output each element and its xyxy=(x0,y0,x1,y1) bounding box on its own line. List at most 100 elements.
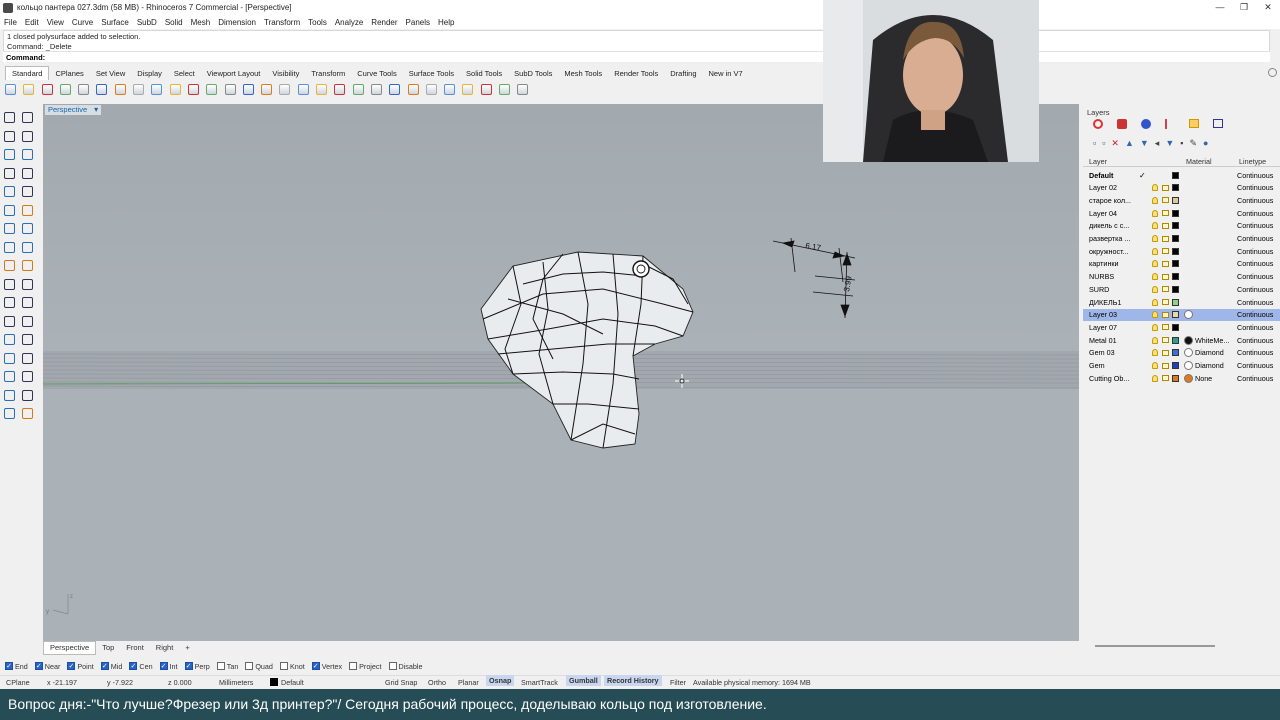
layer-name[interactable]: Layer 03 xyxy=(1089,310,1147,319)
dimension-icon[interactable] xyxy=(20,332,35,347)
layer-material[interactable]: Diamond xyxy=(1184,348,1224,358)
layer-name[interactable]: ДИКЕЛЬ1 xyxy=(1089,298,1147,307)
open-file-icon[interactable] xyxy=(21,82,36,97)
layer-color-swatch[interactable] xyxy=(1172,273,1179,281)
layer-material[interactable]: Diamond xyxy=(1184,361,1224,370)
layer-color-swatch[interactable] xyxy=(1172,362,1179,369)
layer-name[interactable]: Layer 04 xyxy=(1089,209,1147,218)
planar-toggle[interactable]: Planar xyxy=(458,678,479,687)
layer-name[interactable]: старое кол... xyxy=(1089,196,1147,205)
menu-tools[interactable]: Tools xyxy=(308,18,327,27)
osnap-checkbox[interactable]: ✓ xyxy=(159,662,168,670)
toolbar-tab-drafting[interactable]: Drafting xyxy=(664,67,702,80)
polyline-icon[interactable] xyxy=(2,129,17,144)
layer-row[interactable]: дикель с с... Continuous xyxy=(1083,220,1280,232)
new-file-icon[interactable] xyxy=(3,82,18,97)
menu-solid[interactable]: Solid xyxy=(165,18,183,27)
osnap-checkbox[interactable] xyxy=(245,662,254,670)
layer-linetype[interactable]: Continuous xyxy=(1237,196,1273,205)
layers-tab-icon[interactable] xyxy=(1117,119,1127,129)
layer-linetype[interactable]: Continuous xyxy=(1237,310,1273,319)
grid-tool-icon[interactable] xyxy=(20,369,35,384)
check-icon[interactable] xyxy=(2,388,17,403)
boolean-icon[interactable] xyxy=(2,258,17,273)
layer-linetype[interactable]: Continuous xyxy=(1237,234,1273,243)
layer-color-swatch[interactable] xyxy=(1172,285,1179,293)
hatch-icon[interactable] xyxy=(2,351,17,366)
maximize-button[interactable]: ❐ xyxy=(1232,0,1256,15)
osnap-checkbox[interactable]: ✓ xyxy=(34,662,43,670)
layer-name[interactable]: Cutting Ob... xyxy=(1089,374,1147,383)
record-history-toggle[interactable]: Record History xyxy=(604,675,662,686)
import-icon[interactable] xyxy=(76,82,91,97)
layer-material[interactable]: None xyxy=(1184,373,1212,383)
layer-lock-icon[interactable] xyxy=(1162,299,1169,305)
smarttrack-toggle[interactable]: SmartTrack xyxy=(521,678,558,687)
gumball-toggle[interactable]: Gumball xyxy=(566,675,601,686)
layer-lock-icon[interactable] xyxy=(1162,184,1169,191)
save-icon[interactable] xyxy=(40,82,55,97)
close-button[interactable]: ✕ xyxy=(1256,0,1280,15)
offset-icon[interactable] xyxy=(2,277,17,292)
osnap-quad[interactable]: Quad xyxy=(245,662,273,671)
layer-row[interactable]: Metal 01 WhiteMe... Continuous xyxy=(1083,334,1280,346)
layer-color-swatch[interactable] xyxy=(1172,196,1179,204)
layer-lock-icon[interactable] xyxy=(1162,286,1169,293)
status-layer[interactable]: Default xyxy=(281,678,304,687)
layer-lock-icon[interactable] xyxy=(1162,337,1169,344)
layer-name[interactable]: Gem 03 xyxy=(1089,348,1147,357)
osnap-int[interactable]: ✓ Int xyxy=(159,662,178,671)
menu-curve[interactable]: Curve xyxy=(72,18,93,27)
minimize-button[interactable]: — xyxy=(1208,0,1232,15)
toolbar-tab-new-in-v7[interactable]: New in V7 xyxy=(703,67,749,80)
undo-icon[interactable] xyxy=(149,82,164,97)
material-sphere-icon[interactable] xyxy=(460,82,475,97)
delete-layer-icon[interactable]: ✕ xyxy=(1111,138,1119,149)
help-icon[interactable]: ● xyxy=(1203,138,1208,149)
trim-icon[interactable] xyxy=(20,277,35,292)
layer-row[interactable]: развертка ... Continuous xyxy=(1083,233,1280,245)
layer-name[interactable]: Gem xyxy=(1089,361,1147,370)
fillet-icon[interactable] xyxy=(20,258,35,273)
osnap-checkbox[interactable] xyxy=(388,662,397,670)
layer-color-swatch[interactable] xyxy=(1172,222,1179,230)
osnap-cen[interactable]: ✓ Cen xyxy=(129,662,153,671)
osnap-end[interactable]: ✓ End xyxy=(5,662,28,671)
toolbar-tab-standard[interactable]: Standard xyxy=(5,66,50,80)
menu-mesh[interactable]: Mesh xyxy=(191,18,211,27)
split-icon[interactable] xyxy=(2,295,17,310)
copy-icon[interactable] xyxy=(113,82,128,97)
layer-linetype[interactable]: Continuous xyxy=(1237,259,1273,268)
osnap-checkbox[interactable] xyxy=(216,662,225,670)
layer-visibility-bulb-icon[interactable] xyxy=(1152,196,1158,204)
layer-color-swatch[interactable] xyxy=(1172,374,1179,382)
render-tab-icon[interactable] xyxy=(1141,119,1151,129)
menu-view[interactable]: View xyxy=(47,18,64,27)
command-input[interactable] xyxy=(45,52,1270,62)
layer-lock-icon[interactable] xyxy=(1162,222,1169,229)
menu-analyze[interactable]: Analyze xyxy=(335,18,363,27)
ortho-toggle[interactable]: Ortho xyxy=(428,678,446,687)
layer-name[interactable]: Layer 02 xyxy=(1089,183,1147,192)
layer-name[interactable]: Layer 07 xyxy=(1089,323,1147,332)
layer-lock-icon[interactable] xyxy=(1162,362,1169,369)
layer-visibility-bulb-icon[interactable] xyxy=(1152,374,1158,382)
layer-linetype[interactable]: Continuous xyxy=(1237,272,1273,281)
layer-linetype[interactable]: Continuous xyxy=(1237,336,1273,345)
layer-linetype[interactable]: Continuous xyxy=(1237,361,1273,370)
rotate-icon[interactable] xyxy=(2,314,17,329)
layer-lock-icon[interactable] xyxy=(1162,210,1169,217)
layer-name[interactable]: развертка ... xyxy=(1089,234,1147,243)
help-icon[interactable] xyxy=(515,82,530,97)
move-up-icon[interactable]: ▲ xyxy=(1125,138,1134,149)
layer-color-swatch[interactable] xyxy=(1172,311,1179,319)
layer-linetype[interactable]: Continuous xyxy=(1237,298,1273,307)
layer-linetype[interactable]: Continuous xyxy=(1237,323,1273,332)
layer-visibility-bulb-icon[interactable] xyxy=(1152,209,1158,217)
osnap-checkbox[interactable]: ✓ xyxy=(129,662,138,670)
filter-icon[interactable]: ▼ xyxy=(1165,138,1174,149)
layer-visibility-bulb-icon[interactable] xyxy=(1152,247,1158,255)
arc-icon[interactable] xyxy=(20,147,35,162)
toolbar-tab-viewport-layout[interactable]: Viewport Layout xyxy=(201,67,267,80)
array-icon[interactable] xyxy=(2,369,17,384)
